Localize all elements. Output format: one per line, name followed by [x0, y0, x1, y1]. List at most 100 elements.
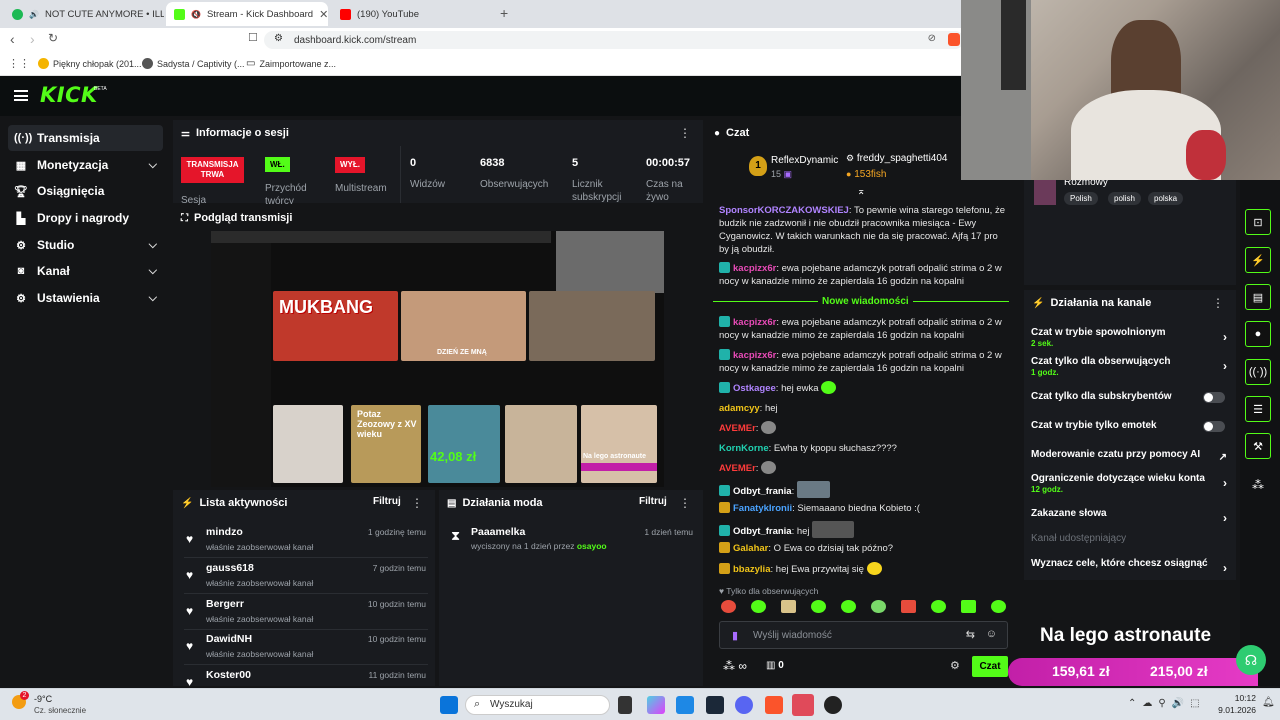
emote-icon[interactable]	[931, 600, 946, 613]
mod-action-user[interactable]: Paaamelka	[471, 526, 525, 538]
chat-username[interactable]: kacpizx6r	[733, 263, 776, 274]
kick-logo[interactable]: KICK	[40, 83, 98, 107]
menu-icon[interactable]	[14, 90, 28, 101]
back-icon[interactable]: ‹	[10, 31, 15, 47]
more-options-icon[interactable]: ⋮	[679, 126, 691, 140]
activity-user[interactable]: gauss618	[206, 562, 254, 574]
filter-button[interactable]: Filtruj	[373, 496, 401, 507]
sidebar-item-transmisja[interactable]: ((·)) Transmisja	[8, 125, 163, 151]
store-app-icon[interactable]	[676, 696, 694, 714]
slow-mode-setting[interactable]: Czat w trybie spowolnionym 2 sek. ›	[1031, 327, 1227, 348]
followers-only-setting[interactable]: Czat tylko dla obserwujących 1 godz. ›	[1031, 356, 1227, 377]
infinity-icon[interactable]: ⁂ ∞	[723, 659, 747, 673]
bookmark-item[interactable]: Sadysta / Captivity (...	[142, 58, 245, 69]
translate-icon[interactable]: ⇆	[966, 628, 975, 641]
chat-username[interactable]: bbazylia	[733, 564, 771, 575]
activity-user[interactable]: Bergerr	[206, 598, 244, 610]
chat-username[interactable]: Odbyt_frania	[733, 486, 792, 497]
notifications-icon[interactable]: 🔔︎	[1262, 697, 1275, 708]
top-gifter-name[interactable]: ReflexDynamic	[771, 155, 838, 166]
activity-user[interactable]: mindzo	[206, 526, 243, 538]
sidebar-item-kanal[interactable]: ◙ Kanał ⌵	[8, 258, 163, 284]
banned-words-setting[interactable]: Zakazane słowa ›	[1031, 508, 1227, 525]
points-display[interactable]: ▥ 0	[766, 660, 784, 671]
tab-kick-dashboard[interactable]: 🔇 Stream - Kick Dashboard ✕	[166, 2, 328, 26]
sidebar-item-studio[interactable]: ⚙ Studio ⌵	[8, 232, 163, 258]
chat-username[interactable]: Ostkagee	[733, 383, 776, 394]
chat-username[interactable]: Galahar	[733, 543, 768, 554]
close-tab-icon[interactable]: ✕	[319, 8, 328, 21]
send-chat-button[interactable]: Czat	[972, 656, 1008, 677]
more-options-icon[interactable]: ⋮	[679, 496, 691, 510]
clock-time[interactable]: 10:12	[1226, 693, 1256, 703]
tag-badge[interactable]: Polish	[1064, 192, 1098, 205]
chat-username[interactable]: AVEMEr	[719, 463, 756, 474]
sidebar-item-dropy[interactable]: ▙ Dropy i nagrody	[8, 205, 163, 231]
chat-username[interactable]: KornKorne	[719, 443, 769, 454]
chat-username[interactable]: adamcyy	[719, 403, 760, 414]
widgets-icon[interactable]: ⁂	[1252, 478, 1264, 492]
steam-icon[interactable]	[706, 696, 724, 714]
emote-icon[interactable]	[961, 600, 976, 613]
emote-icon[interactable]	[991, 600, 1006, 613]
bookmark-star-icon[interactable]: ☐	[248, 31, 258, 44]
chat-username[interactable]: kacpizx6r	[733, 350, 776, 361]
account-age-setting[interactable]: Ograniczenie dotyczące wieku konta 12 god…	[1031, 473, 1227, 494]
discord-icon[interactable]	[735, 696, 753, 714]
url-field[interactable]: ⚙ dashboard.kick.com/stream ⊘ ⇪	[264, 31, 964, 49]
tag-badge[interactable]: polska	[1148, 192, 1184, 205]
bookmark-item[interactable]: Piękny chłopak (201...	[38, 58, 142, 69]
clock-date[interactable]: 9.01.2026	[1206, 705, 1256, 715]
apps-grid-icon[interactable]: ⋮⋮	[8, 57, 30, 70]
tab-music[interactable]: 🔊 NOT CUTE ANYMORE • ILLIT	[4, 2, 164, 26]
emote-icon[interactable]	[721, 600, 736, 613]
app-icon[interactable]	[792, 694, 814, 716]
taskbar-search[interactable]: ⌕ Wyszukaj	[465, 695, 610, 715]
new-tab-icon[interactable]: +	[500, 5, 508, 21]
chat-bubble-icon[interactable]: ●	[1245, 321, 1271, 347]
emote-icon[interactable]	[781, 600, 796, 613]
tray-icons[interactable]: ⌃☁⚲🔊⬚	[1128, 698, 1206, 709]
tag-badge[interactable]: polish	[1108, 192, 1141, 205]
chat-username[interactable]: Odbyt_frania	[733, 526, 792, 537]
stream-preview-video[interactable]: MUKBANG DZIEŃ ZE MNĄ Potaz Zeozowy z XV …	[211, 231, 664, 487]
forward-icon[interactable]: ›	[30, 31, 35, 47]
document-icon[interactable]: ▤	[1245, 284, 1271, 310]
brave-icon[interactable]	[765, 696, 783, 714]
sidebar-item-monetyzacja[interactable]: ▦ Monetyzacja ⌵	[8, 152, 163, 178]
capture-icon[interactable]: ⊡	[1245, 209, 1271, 235]
emote-only-toggle[interactable]	[1203, 421, 1225, 432]
emote-icon[interactable]	[871, 600, 886, 613]
mod-action-moderator[interactable]: osayoo	[577, 541, 607, 551]
emote-icon[interactable]	[901, 600, 916, 613]
top-supporter[interactable]: ⚙ freddy_spaghetti404	[846, 153, 947, 164]
chat-username[interactable]: kacpizx6r	[733, 317, 776, 328]
sidebar-item-ustawienia[interactable]: ⚙ Ustawienia ⌵	[8, 285, 163, 311]
brave-shield-icon[interactable]	[948, 33, 960, 46]
collapse-pinned-icon[interactable]: ⌅	[857, 186, 865, 197]
ai-moderation-setting[interactable]: Moderowanie czatu przy pomocy AI ↗	[1031, 449, 1227, 463]
chat-settings-icon[interactable]: ⚙	[950, 659, 960, 672]
camera-off-icon[interactable]: ⊘	[928, 33, 936, 44]
activity-user[interactable]: DawidNH	[206, 633, 252, 645]
bookmark-folder[interactable]: ▭ Zaimportowane z...	[246, 58, 336, 69]
microphone-icon[interactable]: ▮	[732, 629, 738, 642]
chat-username[interactable]: FanatykIronii	[733, 503, 792, 514]
sidebar-item-osiagniecia[interactable]: 🏆︎ Osiągnięcia	[8, 178, 163, 204]
chat-username[interactable]: AVEMEr	[719, 423, 756, 434]
tab-youtube[interactable]: (190) YouTube	[332, 2, 492, 26]
site-info-icon[interactable]: ⚙	[274, 33, 283, 44]
filter-button[interactable]: Filtruj	[639, 496, 667, 507]
windows-start-icon[interactable]	[440, 696, 458, 714]
help-bubble-icon[interactable]: ☊	[1236, 645, 1266, 675]
emote-icon[interactable]	[841, 600, 856, 613]
more-options-icon[interactable]: ⋮	[411, 496, 423, 510]
activity-user[interactable]: Koster00	[206, 669, 251, 681]
lightning-icon[interactable]: ⚡	[1245, 247, 1271, 273]
goals-setting[interactable]: Wyznacz cele, które chcesz osiągnąć ›	[1031, 558, 1227, 575]
subscribers-only-toggle[interactable]	[1203, 392, 1225, 403]
reload-icon[interactable]: ↻	[48, 31, 58, 45]
layout-icon[interactable]: ☰	[1245, 396, 1271, 422]
broadcast-icon[interactable]: ((·))	[1245, 359, 1271, 385]
more-options-icon[interactable]: ⋮	[1212, 296, 1224, 310]
